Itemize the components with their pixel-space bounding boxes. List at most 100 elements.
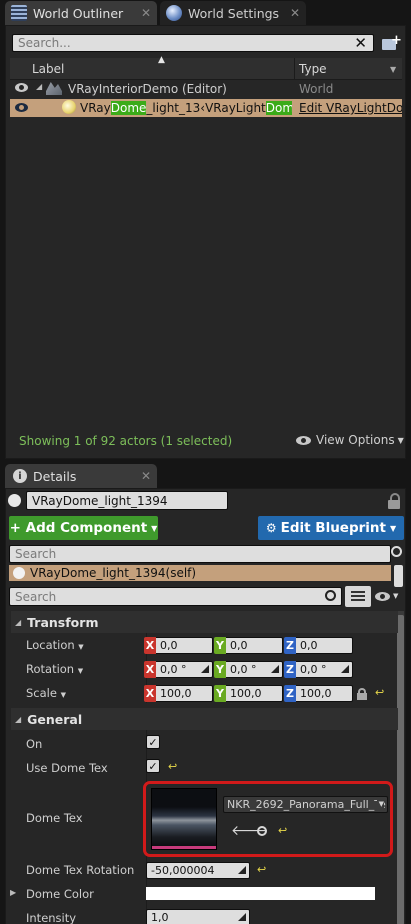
location-z-value: 0,0 bbox=[300, 639, 318, 652]
rotation-label[interactable]: Rotation ▼ bbox=[26, 662, 83, 676]
expand-arrow-icon[interactable]: ◢ bbox=[36, 82, 42, 91]
component-search-input[interactable]: Search bbox=[9, 545, 391, 563]
label-part: _light_13‹VRayLight bbox=[146, 101, 266, 115]
outliner-row-type: World bbox=[299, 82, 334, 96]
location-row: Location ▼ X 0,0 Y 0,0 Z 0,0 bbox=[6, 636, 396, 656]
component-tree-scrollbar[interactable] bbox=[394, 565, 403, 587]
add-component-label: + Add Component bbox=[9, 520, 148, 536]
on-checkbox[interactable]: ✓ bbox=[146, 735, 160, 749]
spinner-icon[interactable] bbox=[238, 913, 246, 921]
transform-title: Transform bbox=[27, 614, 99, 630]
chevron-down-icon: ▼ bbox=[60, 691, 66, 699]
close-icon[interactable]: ✕ bbox=[290, 6, 300, 20]
intensity-value: 1,0 bbox=[151, 911, 169, 924]
view-options-eye-button[interactable]: ▼ bbox=[375, 592, 403, 602]
dome-tex-rotation-field[interactable]: -50,000004 bbox=[146, 862, 250, 879]
light-bulb-icon bbox=[62, 100, 76, 114]
location-y-value: 0,0 bbox=[230, 639, 248, 652]
details-scrollbar[interactable] bbox=[397, 611, 404, 924]
reset-to-default-icon[interactable]: ↩ bbox=[168, 760, 177, 773]
spinner-icon[interactable] bbox=[341, 665, 349, 673]
rotation-x-field[interactable]: 0,0 ° bbox=[156, 661, 213, 678]
rotation-label-text: Rotation bbox=[26, 662, 75, 676]
eye-icon bbox=[375, 592, 390, 601]
dome-tex-asset-name: NKR_2692_Panorama_Full_Te bbox=[227, 798, 386, 811]
reset-to-default-icon[interactable]: ↩ bbox=[278, 824, 287, 837]
general-category-header[interactable]: ◢ General bbox=[11, 708, 398, 730]
location-y-field[interactable]: 0,0 bbox=[226, 637, 283, 654]
tab-world-outliner[interactable]: World Outliner ✕ bbox=[5, 1, 157, 25]
sort-arrow-icon: ▲ bbox=[158, 55, 165, 65]
eye-icon[interactable] bbox=[15, 103, 28, 112]
component-tree: VRayDome_light_1394(self) bbox=[9, 565, 391, 581]
reset-to-default-icon[interactable]: ↩ bbox=[257, 863, 266, 876]
intensity-field[interactable]: 1,0 bbox=[146, 909, 250, 924]
dome-tex-thumbnail[interactable] bbox=[151, 788, 217, 850]
scale-row: Scale ▼ X 100,0 Y 100,0 Z 100,0 ↩ bbox=[6, 684, 396, 704]
column-type-header[interactable]: Type bbox=[299, 62, 327, 76]
location-label[interactable]: Location ▼ bbox=[26, 638, 84, 652]
reset-to-default-icon[interactable]: ↩ bbox=[375, 686, 384, 699]
close-icon[interactable]: ✕ bbox=[141, 469, 151, 483]
details-panel: VRayDome_light_1394 + Add Component ▼ ⚙ … bbox=[5, 488, 406, 924]
outliner-row-type-link[interactable]: Edit VRayLightDom bbox=[299, 101, 402, 115]
grid-icon bbox=[351, 591, 365, 602]
scale-y-field[interactable]: 100,0 bbox=[226, 685, 283, 702]
chevron-down-icon: ▼ bbox=[389, 523, 397, 533]
use-dome-tex-checkbox[interactable]: ✓ bbox=[146, 759, 160, 773]
view-options-button[interactable]: View Options ▼ bbox=[296, 433, 404, 447]
outliner-row-world[interactable]: ◢ VRayInteriorDemo (Editor) World bbox=[10, 81, 402, 98]
outliner-search-input[interactable]: Search... ✕ bbox=[12, 34, 374, 52]
details-scrollbar-thumb[interactable] bbox=[397, 615, 404, 924]
expand-arrow-icon[interactable]: ▶ bbox=[10, 888, 16, 897]
dome-color-swatch[interactable] bbox=[146, 887, 375, 900]
lock-icon-body bbox=[357, 693, 367, 700]
actor-icon bbox=[13, 567, 25, 579]
column-divider[interactable] bbox=[294, 58, 295, 80]
property-matrix-button[interactable] bbox=[345, 586, 371, 607]
y-axis-badge: Y bbox=[214, 685, 226, 702]
search-icon bbox=[325, 590, 336, 601]
scale-label-text: Scale bbox=[26, 686, 57, 700]
x-axis-badge: X bbox=[144, 637, 156, 654]
component-self-label[interactable]: VRayDome_light_1394(self) bbox=[30, 566, 196, 580]
add-component-button[interactable]: + Add Component ▼ bbox=[9, 516, 158, 540]
actor-icon bbox=[8, 494, 21, 507]
search-match-highlight: Dome bbox=[110, 101, 147, 115]
location-x-field[interactable]: 0,0 bbox=[156, 637, 213, 654]
edit-blueprint-button[interactable]: ⚙ Edit Blueprint ▼ bbox=[258, 516, 404, 540]
actor-name-input[interactable]: VRayDome_light_1394 bbox=[26, 491, 228, 510]
rotation-row: Rotation ▼ X 0,0 ° Y 0,0 ° Z 0,0 ° bbox=[6, 660, 396, 680]
collapse-arrow-icon: ◢ bbox=[15, 617, 22, 627]
type-filter-icon[interactable]: ▼ bbox=[390, 65, 396, 74]
chevron-down-icon: ▼ bbox=[151, 523, 158, 533]
location-label-text: Location bbox=[26, 638, 75, 652]
spinner-icon[interactable] bbox=[271, 665, 279, 673]
search-icon[interactable] bbox=[391, 546, 402, 557]
location-z-field[interactable]: 0,0 bbox=[296, 637, 353, 654]
column-label-header[interactable]: Label bbox=[32, 62, 64, 76]
spinner-icon[interactable] bbox=[201, 665, 209, 673]
z-axis-badge: Z bbox=[284, 661, 296, 678]
spinner-icon[interactable] bbox=[238, 866, 246, 874]
close-icon[interactable]: ✕ bbox=[141, 6, 151, 20]
dome-color-label: Dome Color bbox=[26, 887, 94, 901]
add-folder-icon[interactable]: + bbox=[380, 34, 402, 52]
browse-search-icon[interactable] bbox=[257, 826, 267, 836]
scale-label[interactable]: Scale ▼ bbox=[26, 686, 66, 700]
scale-z-field[interactable]: 100,0 bbox=[296, 685, 353, 702]
clear-search-icon[interactable]: ✕ bbox=[354, 34, 367, 52]
outliner-row-dome-light[interactable]: VRayDome_light_13‹VRayLightDome_C Edit V… bbox=[10, 99, 402, 117]
outliner-row-label: VRayInteriorDemo (Editor) bbox=[68, 82, 227, 96]
tab-details[interactable]: i Details ✕ bbox=[5, 464, 157, 488]
rotation-z-field[interactable]: 0,0 ° bbox=[296, 661, 353, 678]
transform-category-header[interactable]: ◢ Transform bbox=[11, 611, 398, 633]
eye-icon[interactable] bbox=[15, 83, 28, 92]
details-search-input[interactable]: Search bbox=[9, 587, 342, 606]
dome-tex-asset-picker[interactable]: NKR_2692_Panorama_Full_Te ▼ bbox=[223, 796, 388, 813]
tab-world-settings[interactable]: World Settings ✕ bbox=[160, 1, 306, 25]
scale-x-field[interactable]: 100,0 bbox=[156, 685, 213, 702]
rotation-y-field[interactable]: 0,0 ° bbox=[226, 661, 283, 678]
rotation-x-value: 0,0 ° bbox=[160, 663, 187, 676]
chevron-down-icon: ▼ bbox=[78, 643, 84, 651]
